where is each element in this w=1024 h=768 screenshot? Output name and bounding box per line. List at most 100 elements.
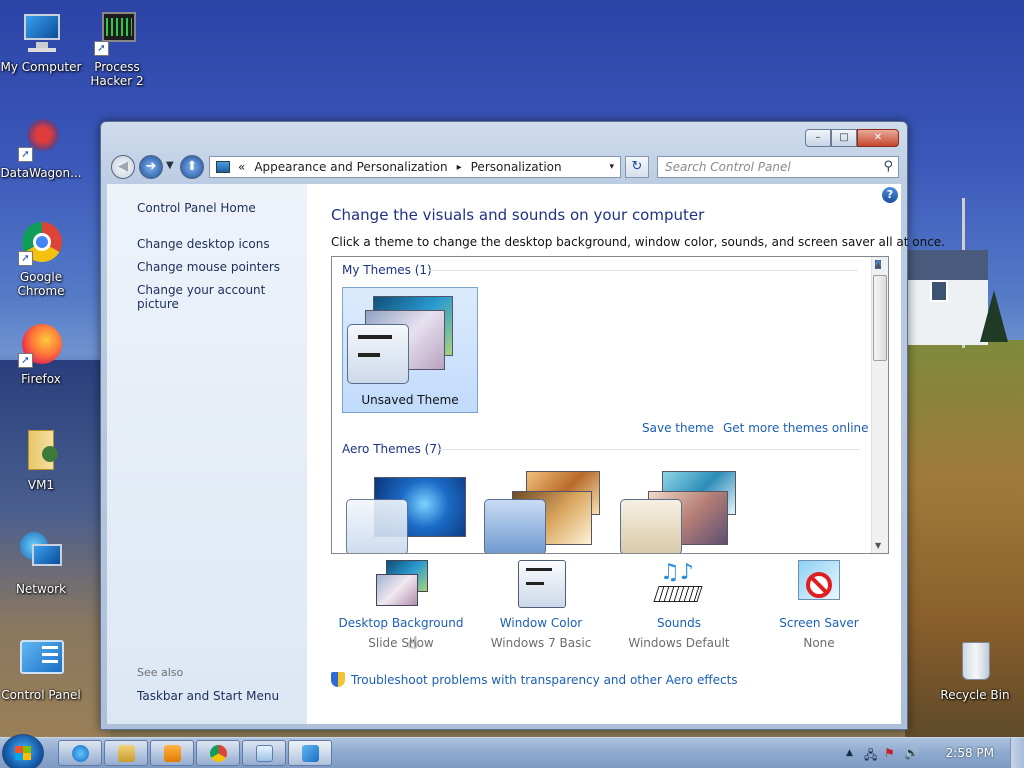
process-hacker-icon: ➚	[94, 10, 140, 56]
internet-explorer-icon	[72, 745, 89, 762]
troubleshoot-link[interactable]: Troubleshoot problems with transparency …	[331, 672, 738, 687]
up-button[interactable]: ⬆	[180, 155, 204, 179]
chrome-icon	[210, 745, 227, 762]
sounds-link[interactable]: Sounds	[609, 616, 749, 630]
desktop-icon-label: Firefox	[21, 372, 61, 386]
minimize-button[interactable]: –	[805, 129, 831, 147]
desktop-background-link[interactable]: Desktop Background	[331, 616, 471, 630]
notepad-icon	[256, 745, 273, 762]
help-icon[interactable]: ?	[882, 187, 898, 203]
window-color-setting[interactable]: Window Color Windows 7 Basic	[471, 560, 611, 650]
close-button[interactable]: ✕	[857, 129, 899, 147]
desktop-icon-label: Recycle Bin	[940, 688, 1010, 702]
address-dropdown-icon[interactable]: ▾	[609, 162, 614, 172]
screen-saver-link[interactable]: Screen Saver	[749, 616, 889, 630]
left-navigation-pane: Control Panel Home Change desktop icons …	[107, 184, 307, 724]
shortcut-arrow-icon: ➚	[18, 147, 33, 162]
desktop-icon-label: DataWagon...	[0, 166, 82, 180]
desktop-background-setting[interactable]: Desktop Background Slide Show	[331, 560, 471, 650]
change-mouse-pointers-link[interactable]: Change mouse pointers	[137, 260, 280, 274]
back-button[interactable]: ◀	[111, 155, 135, 179]
theme-item-characters[interactable]	[618, 471, 748, 553]
wallpaper-tree	[980, 290, 1008, 342]
scroll-down-arrow-icon[interactable]: ▼	[875, 541, 881, 550]
chrome-icon: ➚	[18, 220, 64, 266]
media-player-icon	[164, 745, 181, 762]
breadcrumb-separator[interactable]: ▸	[457, 162, 462, 173]
control-panel-home-link[interactable]: Control Panel Home	[137, 201, 256, 215]
forward-button[interactable]: ➜	[139, 155, 163, 179]
window-color-link[interactable]: Window Color	[471, 616, 611, 630]
firefox-icon: ➚	[18, 322, 64, 368]
computer-icon	[18, 10, 64, 56]
breadcrumb-personalization[interactable]: Personalization	[471, 160, 562, 174]
aero-themes-group-header: Aero Themes (7)	[342, 442, 862, 456]
desktop-icon-vm1[interactable]: VM1	[0, 428, 82, 492]
start-button[interactable]	[2, 734, 44, 768]
show-desktop-button[interactable]	[1010, 738, 1024, 768]
breadcrumb-appearance[interactable]: Appearance and Personalization	[254, 160, 447, 174]
desktop-icon-my-computer[interactable]: My Computer	[0, 10, 82, 74]
show-hidden-icons-icon[interactable]: ▲	[846, 748, 853, 758]
address-bar[interactable]: « Appearance and Personalization ▸ Perso…	[209, 156, 621, 178]
desktop-icon-google-chrome[interactable]: ➚ Google Chrome	[0, 220, 82, 298]
control-panel-icon	[216, 161, 230, 173]
scroll-thumb[interactable]	[873, 275, 887, 361]
themes-list[interactable]: My Themes (1) Unsaved Theme Save theme G…	[331, 256, 889, 554]
desktop-icon-label: Google Chrome	[17, 270, 65, 298]
theme-item-unsaved[interactable]: Unsaved Theme	[342, 287, 478, 413]
clock[interactable]: 2:58 PM	[946, 746, 994, 760]
taskbar-chrome[interactable]	[196, 740, 240, 766]
taskbar-control-panel[interactable]	[288, 740, 332, 766]
desktop-icon-label: VM1	[27, 478, 55, 492]
page-subtitle: Click a theme to change the desktop back…	[331, 235, 945, 249]
save-theme-link[interactable]: Save theme	[642, 421, 714, 435]
screen-saver-value: None	[803, 636, 835, 650]
get-more-themes-link[interactable]: Get more themes online	[723, 421, 869, 435]
themes-scrollbar[interactable]: ▲ ▼	[871, 257, 888, 553]
folder-user-icon	[18, 428, 64, 474]
scroll-up-arrow-icon[interactable]: ▲	[875, 260, 882, 269]
window-color-icon	[512, 560, 570, 610]
window-color-value: Windows 7 Basic	[490, 636, 592, 650]
taskbar-media-player[interactable]	[150, 740, 194, 766]
theme-item-architecture[interactable]	[482, 471, 612, 553]
navigation-bar: ◀ ➜ ▼ ⬆ « Appearance and Personalization…	[109, 154, 899, 182]
control-panel-icon	[18, 638, 64, 684]
my-themes-label: My Themes (1)	[342, 263, 432, 277]
change-account-picture-link[interactable]: Change your account picture	[137, 283, 307, 311]
change-desktop-icons-link[interactable]: Change desktop icons	[137, 237, 270, 251]
address-prefix[interactable]: «	[238, 160, 245, 174]
volume-icon[interactable]: 🔊	[904, 746, 919, 760]
refresh-button[interactable]: ↻	[625, 156, 649, 178]
desktop-icon-firefox[interactable]: ➚ Firefox	[0, 322, 82, 386]
taskbar: ▲ 🖧 ⚑ 🔊 2:58 PM	[0, 734, 1024, 768]
hand-cursor-icon: ☝	[408, 633, 418, 652]
taskbar-notepad[interactable]	[242, 740, 286, 766]
sounds-setting[interactable]: ♫♪ Sounds Windows Default	[609, 560, 749, 650]
taskbar-windows-explorer[interactable]	[104, 740, 148, 766]
folder-icon	[118, 745, 135, 762]
window-color-swatch	[346, 499, 408, 553]
screen-saver-setting[interactable]: Screen Saver None	[749, 560, 889, 650]
desktop-icon-datawagon[interactable]: ➚ DataWagon...	[0, 116, 82, 180]
search-input[interactable]: Search Control Panel ⚲	[657, 156, 899, 178]
theme-item-windows7[interactable]	[344, 471, 474, 553]
network-tray-icon[interactable]: 🖧	[864, 746, 877, 767]
sounds-value: Windows Default	[628, 636, 730, 650]
control-panel-icon	[302, 745, 319, 762]
taskbar-internet-explorer[interactable]	[58, 740, 102, 766]
wallpaper-house	[908, 250, 988, 345]
desktop-icon-network[interactable]: Network	[0, 532, 82, 596]
recent-pages-dropdown[interactable]: ▼	[166, 160, 174, 171]
desktop-icon-label: My Computer	[0, 60, 82, 74]
action-center-icon[interactable]: ⚑	[884, 746, 895, 760]
search-icon[interactable]: ⚲	[883, 159, 893, 174]
desktop-icon-process-hacker[interactable]: ➚ Process Hacker 2	[76, 10, 158, 88]
search-placeholder: Search Control Panel	[665, 160, 791, 174]
desktop-icon-control-panel[interactable]: Control Panel	[0, 638, 82, 702]
personalization-window[interactable]: – □ ✕ ◀ ➜ ▼ ⬆ « Appearance and Personali…	[100, 121, 945, 730]
taskbar-start-menu-link[interactable]: Taskbar and Start Menu	[137, 689, 279, 703]
desktop-icon-recycle-bin[interactable]: Recycle Bin	[934, 638, 1016, 702]
maximize-button[interactable]: □	[831, 129, 857, 147]
